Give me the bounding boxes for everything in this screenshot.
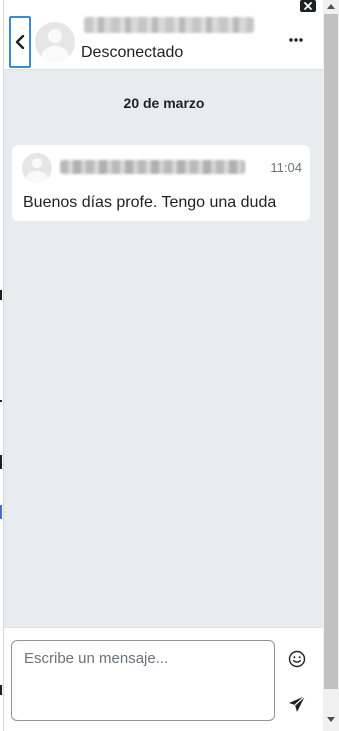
ellipsis-icon — [289, 38, 303, 42]
close-icon — [304, 2, 312, 10]
message-bubble: 11:04 Buenos días profe. Tengo una duda — [12, 145, 310, 221]
triangle-down-icon — [327, 716, 335, 722]
contact-status: Desconectado — [81, 44, 184, 61]
send-button[interactable] — [287, 694, 307, 714]
triangle-up-icon — [327, 3, 335, 9]
back-button[interactable] — [9, 16, 31, 68]
scroll-down-button[interactable] — [326, 715, 336, 723]
contact-name-redacted[interactable] — [84, 17, 254, 33]
message-drawer: Desconectado 20 de marzo 11:04 Buenos dí… — [3, 0, 324, 731]
sender-name-redacted — [60, 160, 245, 174]
message-text: Buenos días profe. Tengo una duda — [23, 194, 277, 211]
message-composer-footer — [4, 627, 324, 731]
conversation-header: Desconectado — [4, 0, 324, 70]
more-options-button[interactable] — [286, 30, 306, 50]
scroll-up-button[interactable] — [326, 2, 336, 10]
chevron-left-icon — [15, 35, 25, 49]
sender-avatar — [22, 153, 52, 183]
close-drawer-button[interactable] — [300, 0, 316, 12]
smiley-icon — [288, 650, 306, 668]
paper-plane-icon — [289, 695, 306, 712]
scrollbar[interactable] — [323, 0, 339, 731]
emoji-button[interactable] — [287, 649, 307, 669]
message-time: 11:04 — [270, 160, 302, 175]
scrollbar-thumb[interactable] — [324, 14, 338, 689]
date-separator: 20 de marzo — [123, 95, 205, 111]
contact-avatar[interactable] — [35, 22, 75, 62]
message-input[interactable] — [11, 640, 275, 721]
